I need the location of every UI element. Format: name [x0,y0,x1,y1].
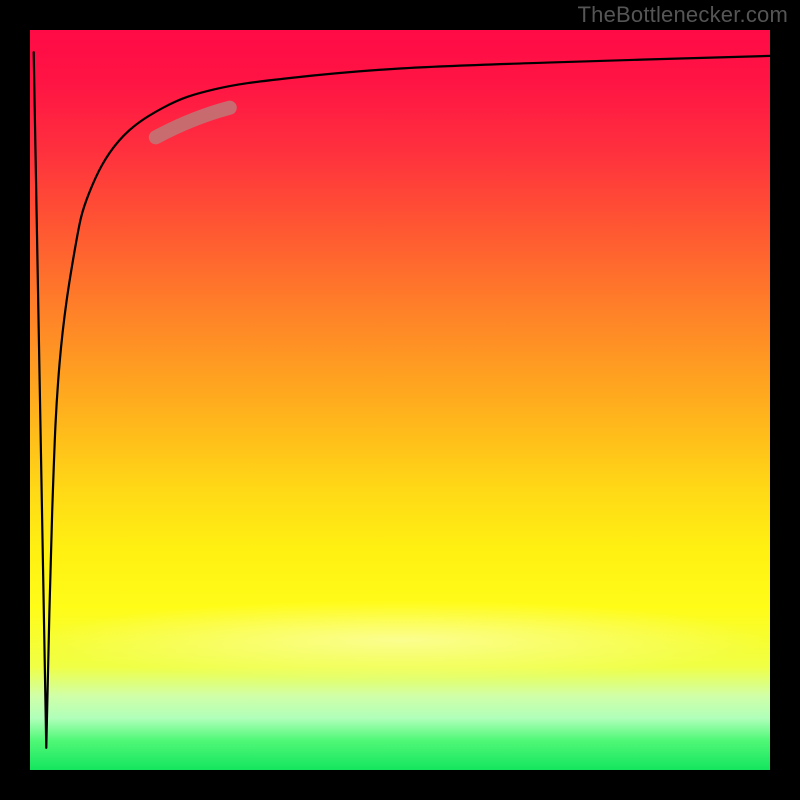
watermark-text: TheBottlenecker.com [578,2,788,28]
highlight-segment [156,108,230,138]
curve-svg [30,30,770,770]
chart-stage: TheBottlenecker.com [0,0,800,800]
plot-area [30,30,770,770]
curve-path [34,52,770,748]
